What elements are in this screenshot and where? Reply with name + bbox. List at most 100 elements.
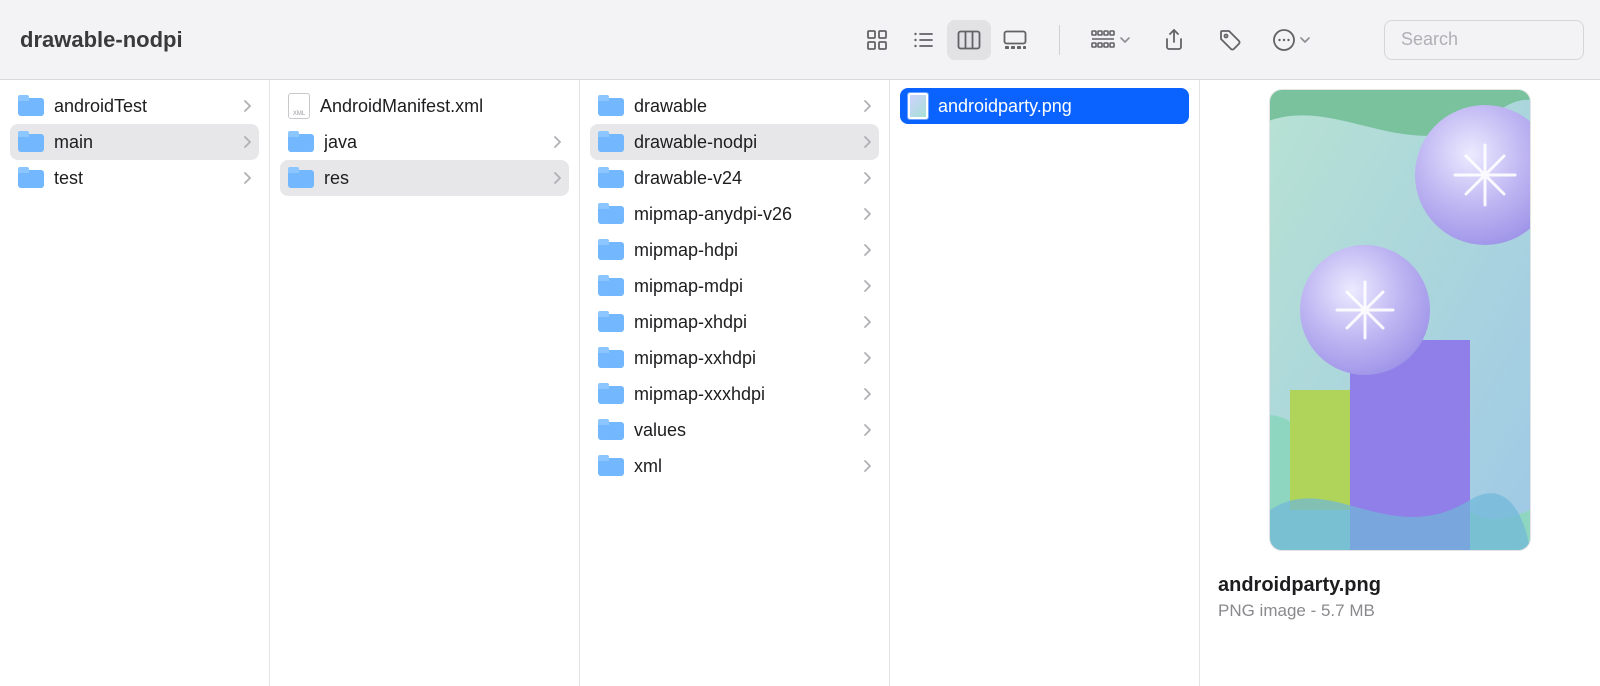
item-label: mipmap-anydpi-v26 [634,204,853,225]
item-label: drawable [634,96,853,117]
folder-icon [598,455,624,477]
item-label: mipmap-xhdpi [634,312,853,333]
list-item[interactable]: mipmap-xxxhdpi [590,376,879,412]
grid-icon [866,29,888,51]
chevron-right-icon [863,352,871,364]
list-item[interactable]: mipmap-anydpi-v26 [590,196,879,232]
search-input[interactable] [1401,29,1600,50]
list-item[interactable]: mipmap-xhdpi [590,304,879,340]
columns-icon [957,30,981,50]
file-icon [288,93,310,119]
chevron-right-icon [243,172,251,184]
share-icon [1163,28,1185,52]
list-item[interactable]: mipmap-xxhdpi [590,340,879,376]
search-field[interactable] [1384,20,1584,60]
list-item[interactable]: res [280,160,569,196]
chevron-right-icon [553,172,561,184]
chevron-right-icon [863,280,871,292]
item-label: main [54,132,233,153]
preview-thumbnail[interactable] [1270,90,1530,550]
icon-view-button[interactable] [855,20,899,60]
list-item[interactable]: mipmap-mdpi [590,268,879,304]
chevron-right-icon [863,136,871,148]
folder-icon [598,311,624,333]
list-item[interactable]: drawable [590,88,879,124]
list-item[interactable]: mipmap-hdpi [590,232,879,268]
folder-icon [598,95,624,117]
item-label: values [634,420,853,441]
folder-icon [598,131,624,153]
item-label: androidTest [54,96,233,117]
folder-icon [598,383,624,405]
columns-browser: androidTest main test AndroidManifest.xml j… [0,80,1600,686]
chevron-right-icon [553,136,561,148]
folder-icon [288,131,314,153]
item-label: xml [634,456,853,477]
list-item[interactable]: drawable-v24 [590,160,879,196]
chevron-right-icon [863,460,871,472]
share-button[interactable] [1152,20,1196,60]
view-switcher [855,20,1037,60]
tags-button[interactable] [1208,20,1252,60]
list-item[interactable]: drawable-nodpi [590,124,879,160]
item-label: mipmap-mdpi [634,276,853,297]
list-item[interactable]: androidTest [10,88,259,124]
gallery-view-button[interactable] [993,20,1037,60]
folder-icon [598,203,624,225]
list-item[interactable]: java [280,124,569,160]
folder-icon [18,131,44,153]
folder-icon [598,275,624,297]
group-icon [1090,29,1116,51]
chevron-right-icon [863,316,871,328]
folder-icon [598,419,624,441]
chevron-right-icon [863,424,871,436]
chevron-down-icon [1120,35,1130,45]
chevron-right-icon [863,208,871,220]
preview-pane: androidparty.png PNG image - 5.7 MB [1200,80,1600,686]
column-4: androidparty.png [890,80,1200,686]
folder-icon [598,239,624,261]
list-view-button[interactable] [901,20,945,60]
ellipsis-circle-icon [1272,28,1296,52]
list-icon [912,29,934,51]
column-2: AndroidManifest.xml java res [270,80,580,686]
window-title: drawable-nodpi [20,27,843,53]
folder-icon [598,167,624,189]
chevron-right-icon [863,172,871,184]
group-button[interactable] [1082,20,1140,60]
chevron-right-icon [863,388,871,400]
more-button[interactable] [1264,20,1320,60]
chevron-right-icon [863,244,871,256]
item-label: mipmap-xxhdpi [634,348,853,369]
tag-icon [1218,28,1242,52]
chevron-right-icon [863,100,871,112]
list-item[interactable]: test [10,160,259,196]
item-label: AndroidManifest.xml [320,96,561,117]
folder-icon [598,347,624,369]
chevron-right-icon [243,136,251,148]
toolbar: drawable-nodpi [0,0,1600,80]
list-item[interactable]: androidparty.png [900,88,1189,124]
column-view-button[interactable] [947,20,991,60]
preview-meta: PNG image - 5.7 MB [1218,601,1582,621]
column-3: drawable drawable-nodpi drawable-v24 mipmap… [580,80,890,686]
folder-icon [18,95,44,117]
item-label: androidparty.png [938,96,1181,117]
preview-filename: androidparty.png [1218,574,1582,597]
list-item[interactable]: xml [590,448,879,484]
item-label: drawable-nodpi [634,132,853,153]
toolbar-divider [1059,25,1060,55]
item-label: test [54,168,233,189]
column-1: androidTest main test [0,80,270,686]
folder-icon [288,167,314,189]
chevron-right-icon [243,100,251,112]
list-item[interactable]: AndroidManifest.xml [280,88,569,124]
list-item[interactable]: values [590,412,879,448]
item-label: mipmap-hdpi [634,240,853,261]
gallery-icon [1003,30,1027,50]
item-label: res [324,168,543,189]
chevron-down-icon [1300,35,1310,45]
folder-icon [18,167,44,189]
item-label: mipmap-xxxhdpi [634,384,853,405]
list-item[interactable]: main [10,124,259,160]
